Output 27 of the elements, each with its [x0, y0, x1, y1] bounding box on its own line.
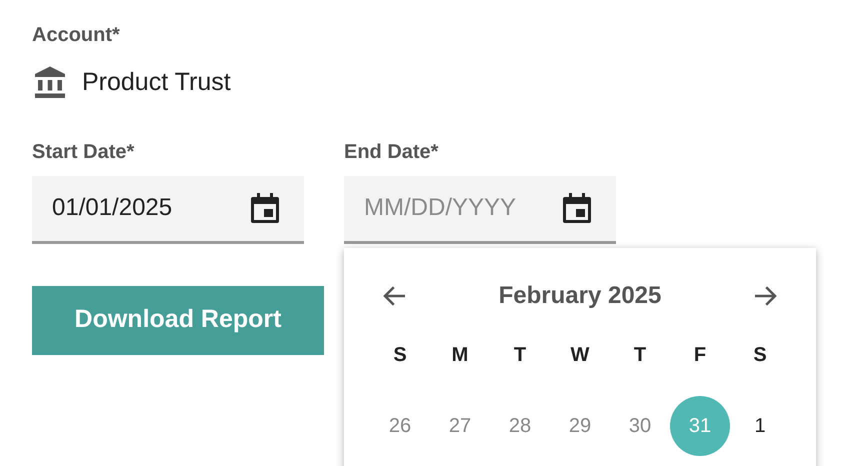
field-label: End Date*: [344, 140, 440, 164]
download-report-button[interactable]: Download Report: [32, 286, 324, 354]
calendar-day[interactable]: 1: [730, 396, 790, 456]
calendar-icon[interactable]: [250, 192, 280, 224]
account-name: Product Trust: [82, 67, 231, 98]
calendar-month: February 2025: [498, 281, 662, 311]
calendar-day[interactable]: 26: [370, 396, 430, 456]
weekday-label: W: [570, 343, 590, 368]
weekday-label: M: [452, 343, 468, 368]
bank-icon: [32, 64, 68, 101]
weekday-label: T: [514, 343, 526, 368]
weekday-label: S: [753, 343, 767, 368]
calendar-day[interactable]: 31: [670, 396, 730, 456]
calendar-day[interactable]: 27: [430, 396, 490, 456]
start-date-input: 01/01/2025: [52, 190, 250, 226]
weekday-label: S: [393, 343, 407, 368]
weekday-label: F: [694, 343, 706, 368]
end-date-input: MM/DD/YYYY: [364, 190, 562, 226]
date-field[interactable]: 01/01/2025: [32, 176, 304, 244]
calendar-day[interactable]: 28: [490, 396, 550, 456]
calendar-icon[interactable]: [562, 192, 592, 224]
field-label: Start Date*: [32, 140, 136, 164]
calendar-day[interactable]: 29: [550, 396, 610, 456]
weekday-label: T: [634, 343, 646, 368]
date-field[interactable]: MM/DD/YYYY: [344, 176, 616, 244]
calendar-day[interactable]: 30: [610, 396, 670, 456]
account-label: Account*: [32, 23, 121, 48]
